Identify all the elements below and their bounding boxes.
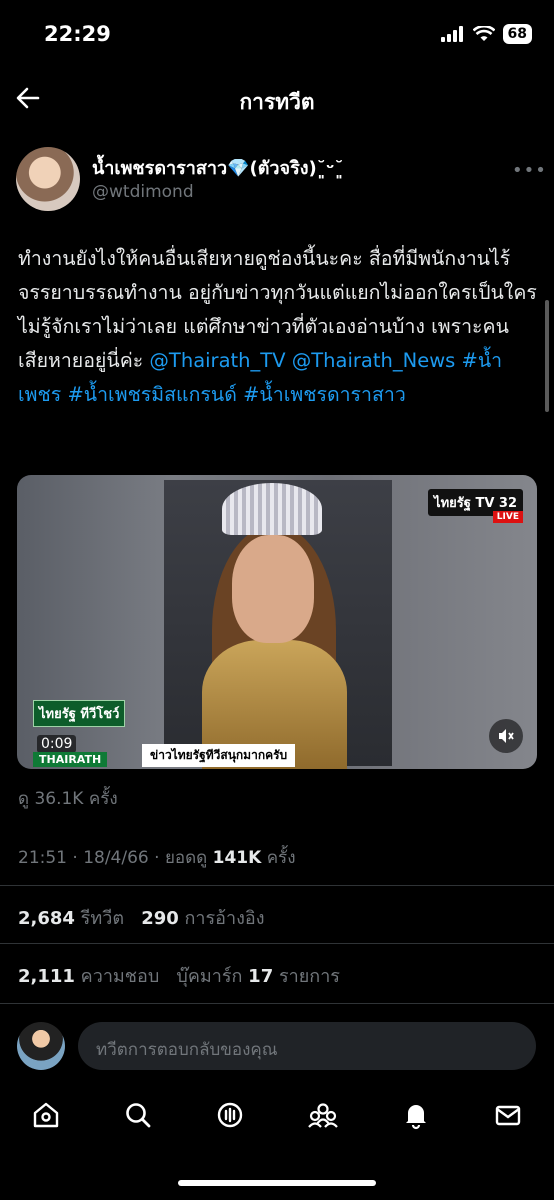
home-icon[interactable] [31, 1100, 61, 1134]
search-icon[interactable] [123, 1100, 153, 1134]
bookmark-suffix: รายการ [278, 966, 340, 987]
bookmark-label: บุ๊คมาร์ก [176, 966, 243, 987]
video-duration: 0:09 [37, 735, 77, 753]
mention-link[interactable]: @Thairath_TV [149, 349, 285, 372]
quote-count: 290 [141, 908, 179, 929]
wifi-icon [472, 26, 495, 41]
author-display-name[interactable]: น้ำเพชรดาราสาว💎(ตัวจริง)˘͈ᵕ˘͈ [92, 153, 344, 182]
retweet-count: 2,684 [18, 908, 75, 929]
divider [0, 885, 554, 886]
battery-icon: 68 [502, 24, 532, 44]
tweet-text: ทำงานยังไงให้คนอื่นเสียหายดูช่องนี้นะคะ … [18, 242, 538, 412]
network-tag: THAIRATH [33, 752, 108, 767]
hashtag-link[interactable]: #น้ำเพชรดาราสาว [243, 383, 406, 406]
retweet-label: รีทวีต [80, 908, 125, 929]
bottom-nav [0, 1092, 554, 1142]
author-handle[interactable]: @wtdimond [92, 182, 194, 202]
signal-icon [440, 26, 463, 42]
timestamp-text: 21:51 · 18/4/66 · ยอดดู [18, 848, 208, 868]
messages-icon[interactable] [493, 1100, 523, 1134]
divider [0, 943, 554, 944]
tweet-video[interactable]: ไทยรัฐ TV 32 LIVE ไทยรัฐ ทีวีโชว์ 0:09 T… [17, 475, 537, 769]
speaker-muted-icon [499, 729, 514, 743]
mute-button[interactable] [489, 719, 523, 753]
view-count-value: 141K [212, 848, 262, 868]
view-count: ดู 36.1K ครั้ง [18, 789, 118, 809]
like-count: 2,111 [18, 966, 75, 987]
reply-placeholder: ทวีตการตอบกลับของคุณ [96, 1040, 278, 1060]
divider [0, 1003, 554, 1004]
page-title: การทวีต [239, 90, 315, 114]
hashtag-link[interactable]: #น้ำเพชรมิสแกรนด์ [67, 383, 236, 406]
mention-link[interactable]: @Thairath_News [292, 349, 456, 372]
spaces-icon[interactable] [215, 1100, 245, 1134]
home-indicator [178, 1180, 376, 1186]
video-figure-crown [222, 483, 322, 535]
quote-label: การอ้างอิง [184, 908, 265, 929]
retweet-stats[interactable]: 2,684 รีทวีต 290 การอ้างอิง [18, 903, 264, 932]
status-icons: 68 [440, 24, 532, 44]
author-avatar[interactable] [16, 147, 80, 211]
current-user-avatar[interactable] [17, 1022, 65, 1070]
status-time: 22:29 [44, 22, 111, 46]
tweet-timestamp: 21:51 · 18/4/66 · ยอดดู 141K ครั้ง [18, 844, 296, 871]
like-stats[interactable]: 2,111 ความชอบ บุ๊คมาร์ก 17 รายการ [18, 961, 340, 990]
view-count-suffix: ครั้ง [266, 848, 296, 868]
notifications-icon[interactable] [401, 1100, 431, 1134]
communities-icon[interactable] [307, 1100, 339, 1134]
bookmark-count: 17 [248, 966, 274, 987]
scrollbar[interactable] [545, 300, 549, 412]
video-figure-face [232, 535, 314, 643]
live-badge: LIVE [492, 511, 523, 523]
news-ticker: ข่าวไทยรัฐทีวีสนุกมากครับ [142, 744, 296, 767]
like-label: ความชอบ [80, 966, 160, 987]
show-badge: ไทยรัฐ ทีวีโชว์ [33, 700, 126, 727]
more-options-icon[interactable]: ••• [512, 160, 547, 181]
